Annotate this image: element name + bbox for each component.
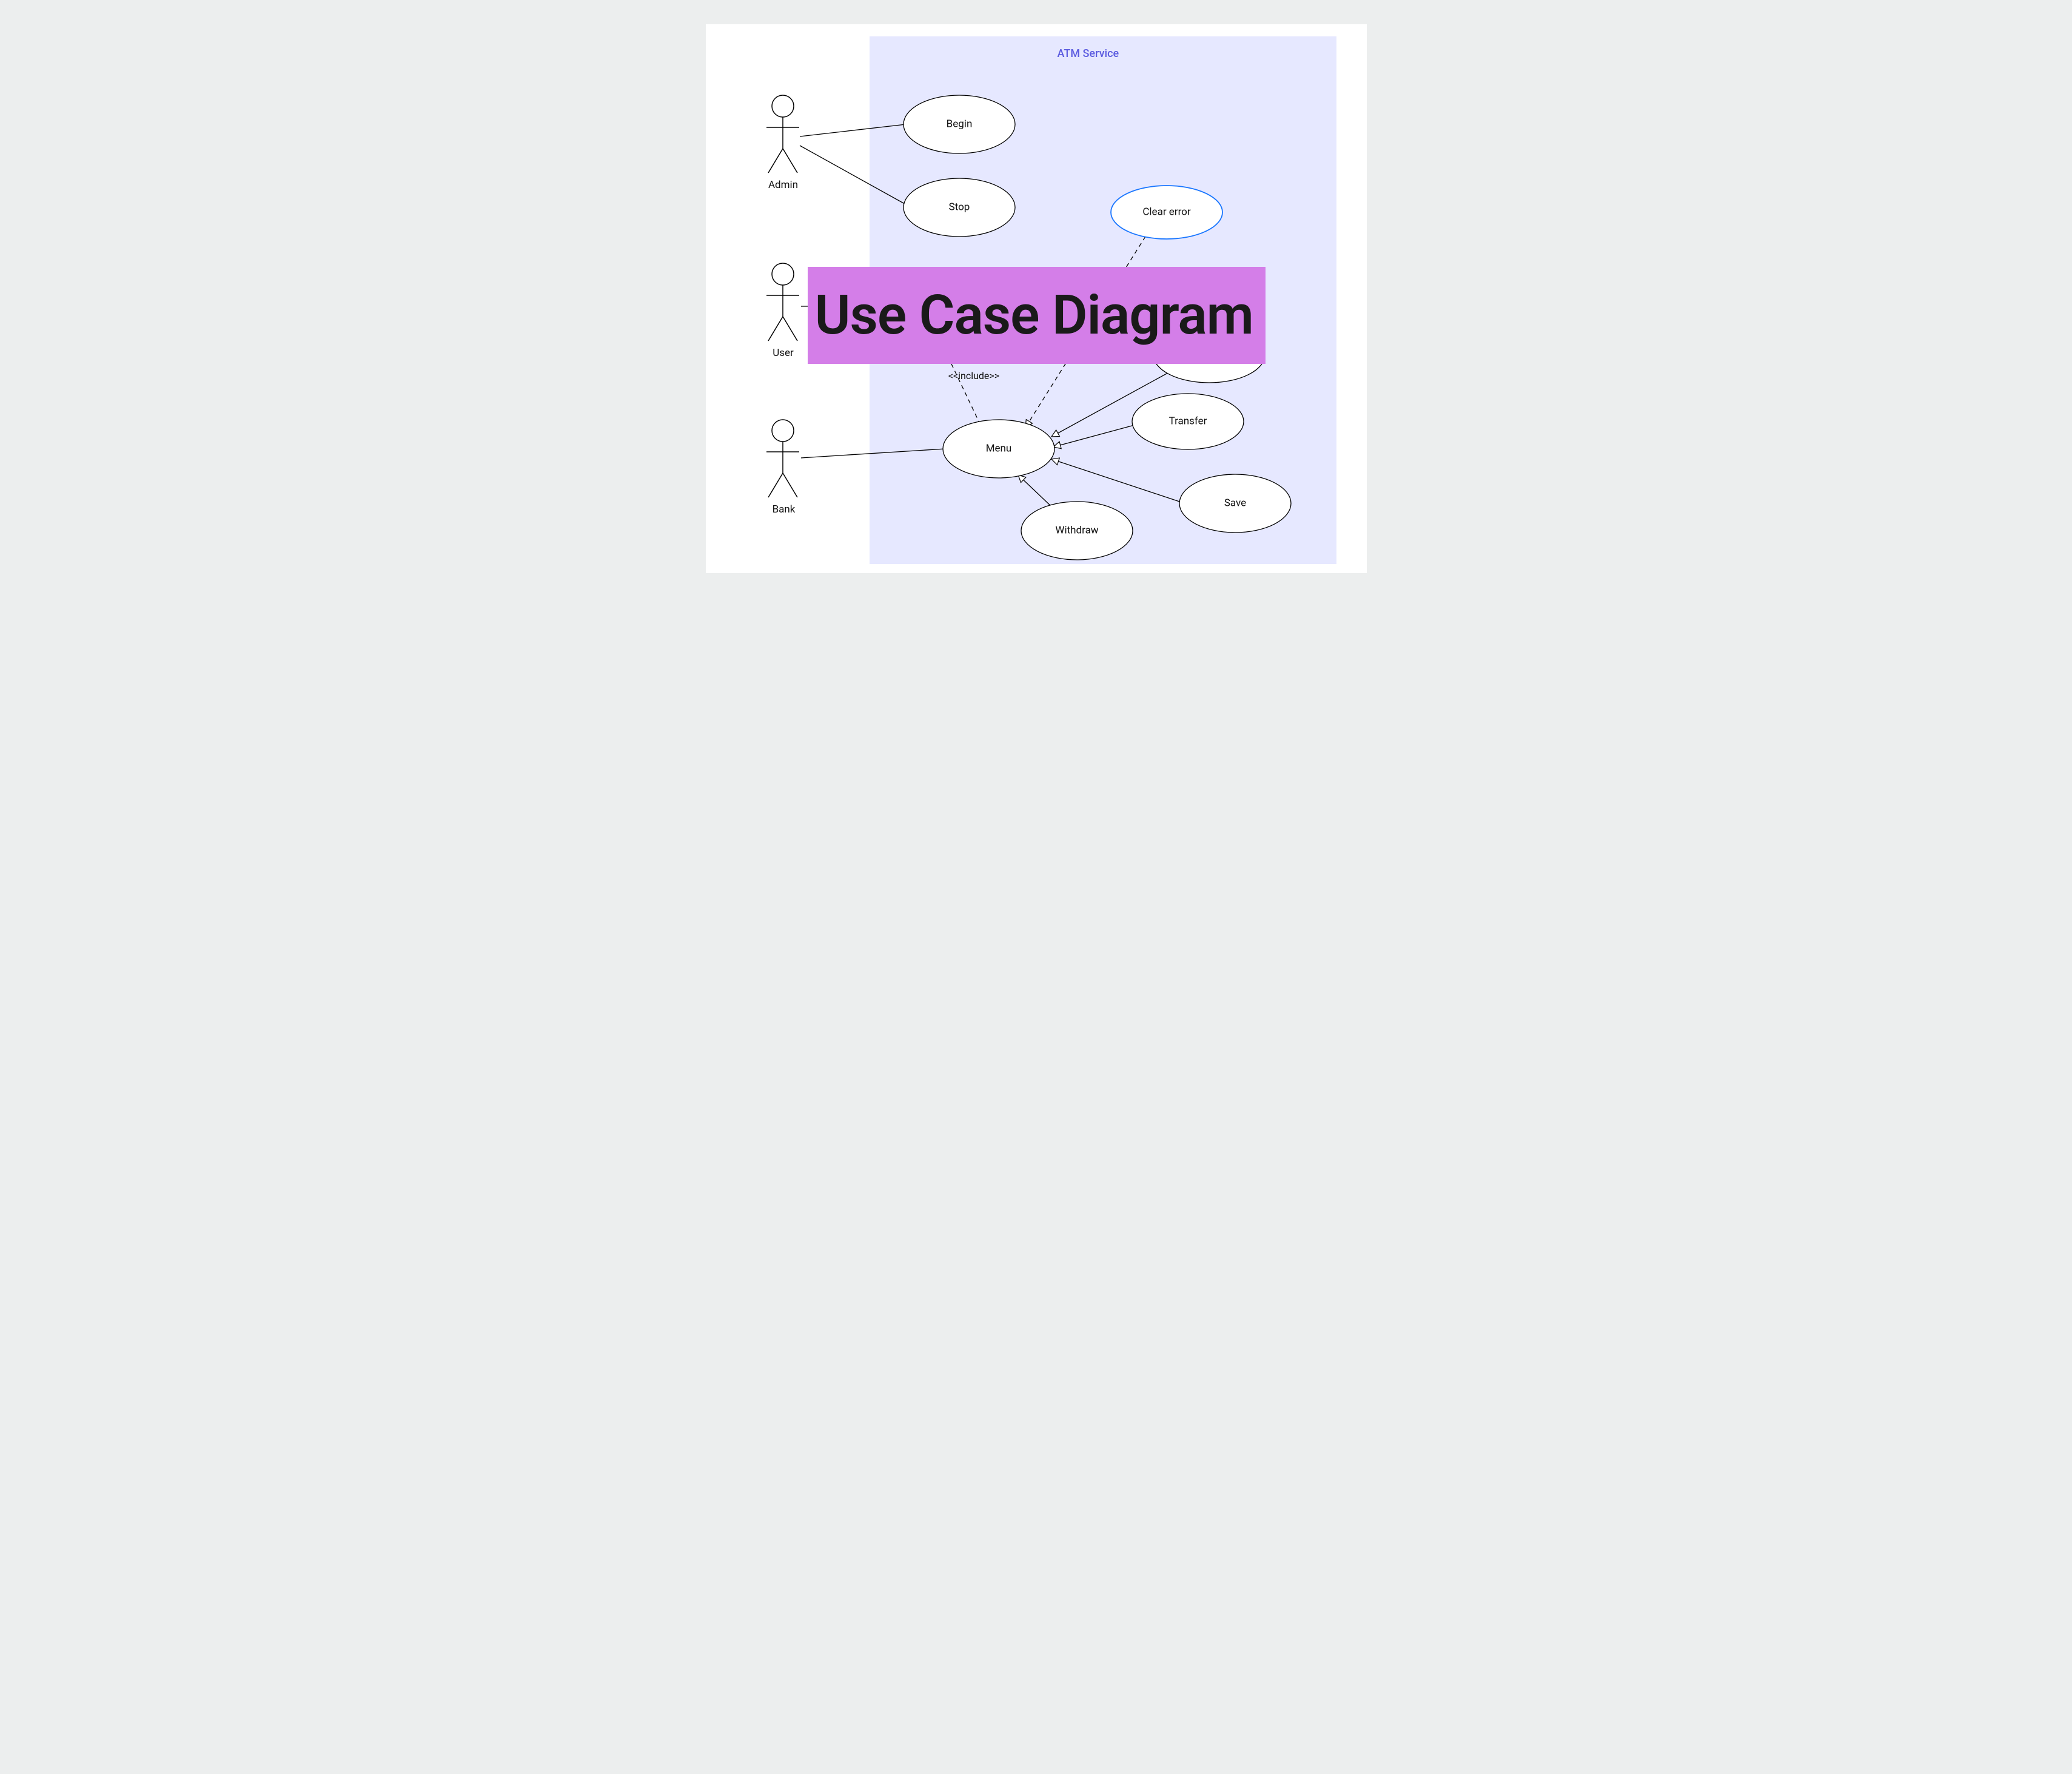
- usecase-save-label: Save: [1224, 497, 1246, 509]
- edge-save-to-menu: [1051, 459, 1185, 503]
- assoc-bank-menu: [801, 449, 945, 458]
- usecase-begin-label: Begin: [946, 118, 972, 130]
- title-banner: Use Case Diagram: [808, 267, 1266, 364]
- edge-withdraw-to-menu: [1018, 475, 1054, 509]
- title-banner-text: Use Case Diagram: [815, 288, 1253, 343]
- assoc-admin-begin: [800, 124, 906, 136]
- actor-user: [766, 263, 799, 341]
- edge-transfer-to-menu: [1053, 425, 1136, 447]
- diagram-canvas: ATM Service <<include>>: [706, 24, 1367, 573]
- edge-include-label: <<include>>: [948, 370, 999, 381]
- page-background: ATM Service <<include>>: [0, 0, 2072, 1774]
- actor-admin-label: Admin: [768, 179, 799, 191]
- usecase-menu-label: Menu: [985, 442, 1011, 454]
- usecase-stop-label: Stop: [948, 201, 970, 213]
- actor-admin: [766, 95, 799, 173]
- assoc-admin-stop: [800, 146, 909, 206]
- usecase-transfer-label: Transfer: [1168, 415, 1207, 427]
- usecase-clear-error-label: Clear error: [1142, 206, 1191, 218]
- actor-user-label: User: [771, 347, 796, 359]
- actor-bank-label: Bank: [771, 503, 797, 516]
- actor-bank: [766, 420, 799, 497]
- usecase-withdraw-label: Withdraw: [1055, 524, 1098, 536]
